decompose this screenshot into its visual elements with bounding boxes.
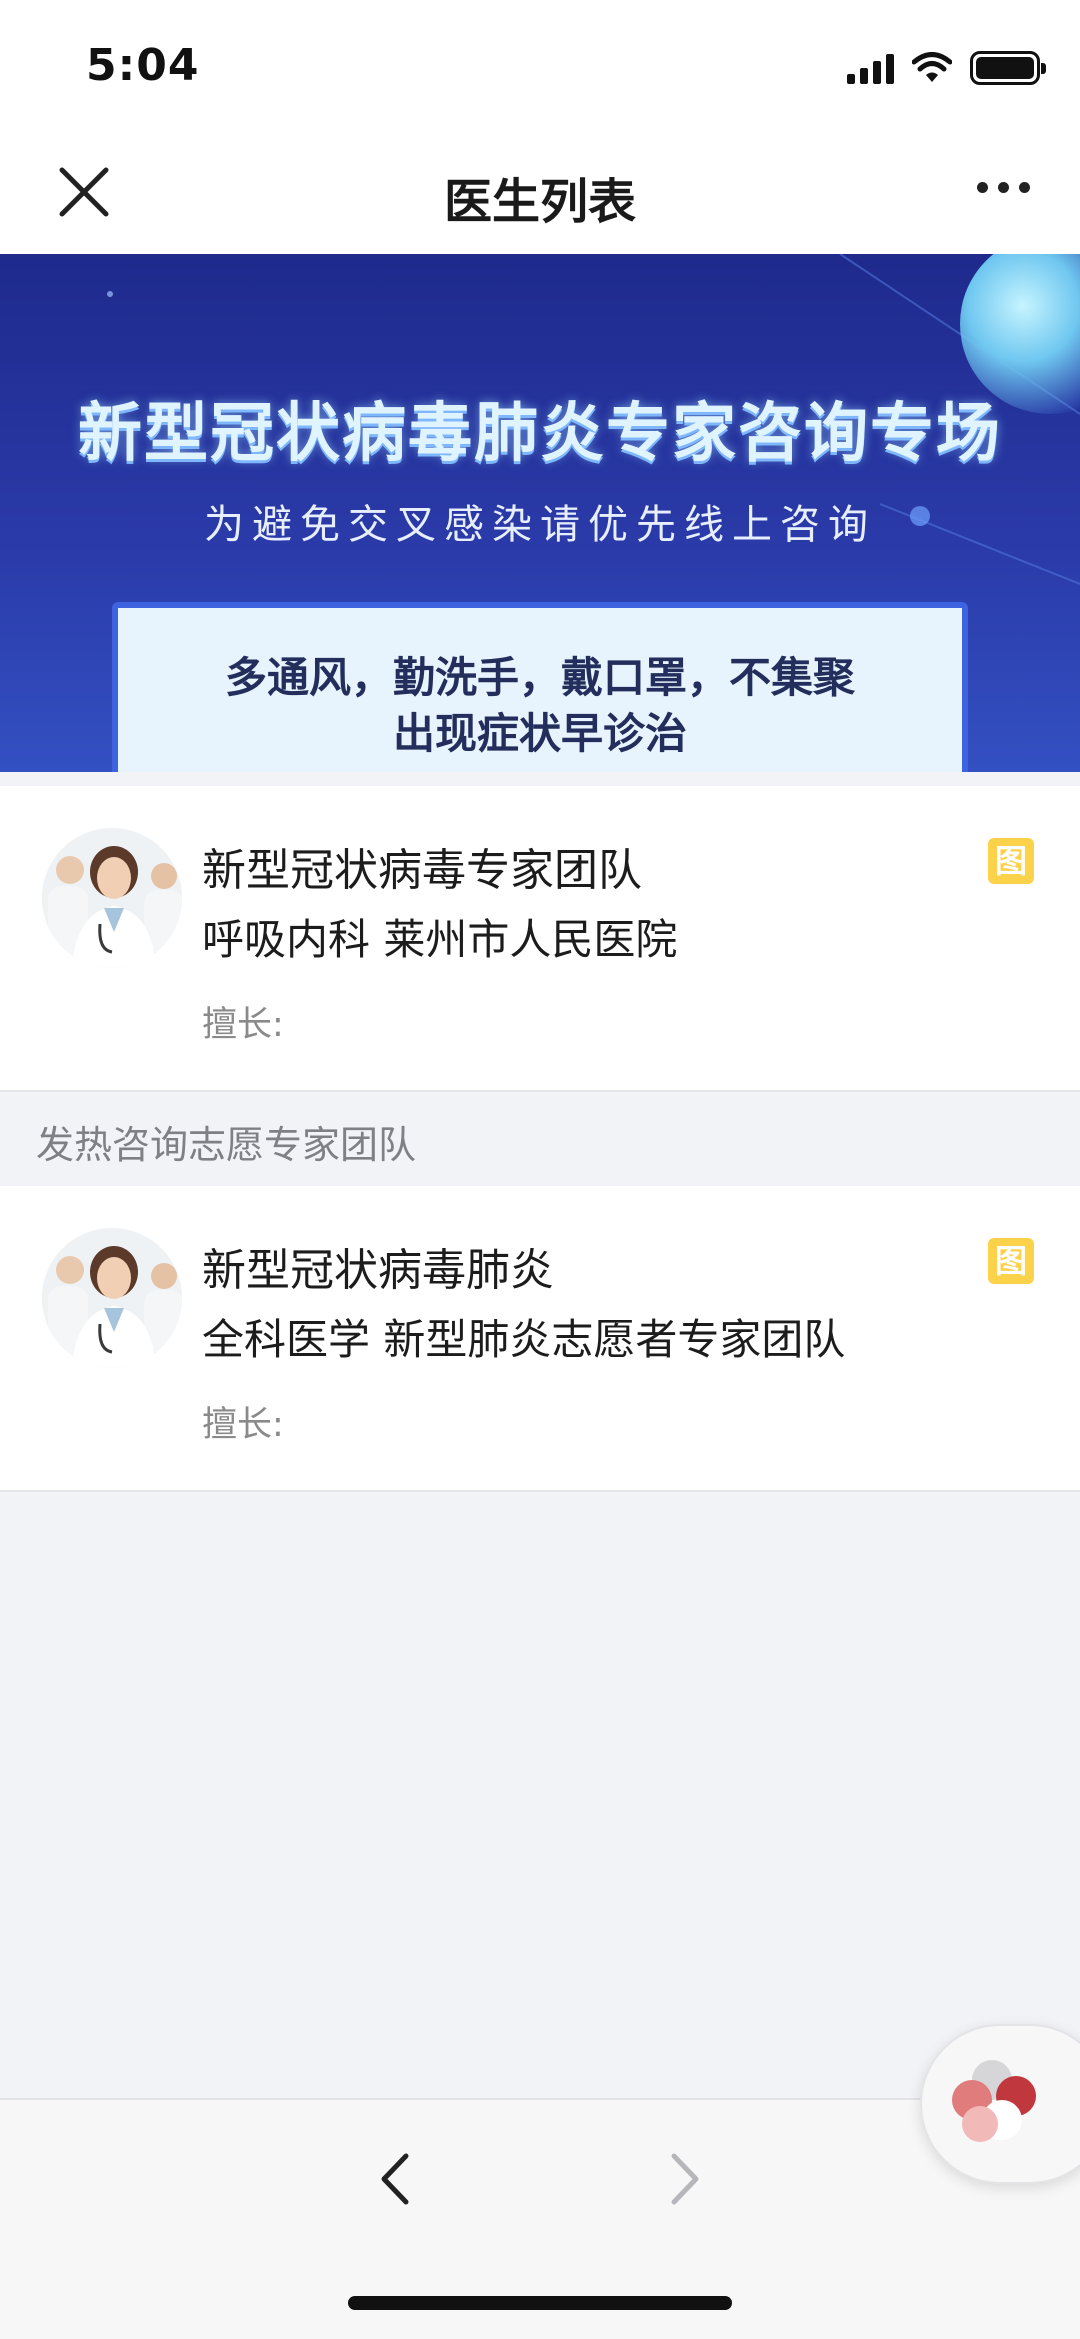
wifi-icon [912, 52, 952, 82]
chevron-left-icon[interactable] [370, 2144, 420, 2214]
promo-banner[interactable]: 新型冠状病毒肺炎专家咨询专场 为避免交叉感染请优先线上咨询 多通风，勤洗手，戴口… [0, 254, 1080, 772]
image-consult-badge: 图 [988, 838, 1034, 884]
more-icon[interactable] [977, 182, 1030, 193]
doctor-department: 呼吸内科 莱州市人民医院 [202, 915, 678, 964]
status-time: 5:04 [86, 40, 200, 91]
status-icons [847, 48, 1046, 88]
divider [0, 1490, 1080, 1492]
doctor-name: 新型冠状病毒专家团队 [202, 845, 642, 896]
home-indicator [348, 2296, 732, 2310]
page-title: 医生列表 [443, 174, 636, 230]
banner-tips-line2: 出现症状早诊治 [392, 709, 687, 758]
doctor-list-item[interactable]: 新型冠状病毒专家团队 呼吸内科 莱州市人民医院 擅长: 图 [0, 786, 1080, 1092]
doctor-skill-label: 擅长: [202, 1005, 284, 1045]
divider [0, 1090, 1080, 1092]
avatar [42, 1228, 182, 1368]
avatar [42, 828, 182, 968]
floating-service-button[interactable] [920, 2024, 1080, 2184]
badge-label: 图 [994, 1242, 1027, 1280]
doctor-department: 全科医学 新型肺炎志愿者专家团队 [202, 1315, 846, 1364]
status-bar: 5:04 [0, 0, 1080, 130]
app-logo-icon [952, 2060, 1036, 2142]
banner-tips-box: 多通风，勤洗手，戴口罩，不集聚 出现症状早诊治 [112, 602, 968, 772]
signal-icon [847, 52, 894, 84]
doctor-skill-label: 擅长: [202, 1405, 284, 1445]
battery-icon [970, 51, 1046, 85]
badge-label: 图 [994, 842, 1027, 880]
banner-subtitle: 为避免交叉感染请优先线上咨询 [204, 502, 876, 548]
section-header: 发热咨询志愿专家团队 [36, 1123, 417, 1167]
chevron-right-icon[interactable] [660, 2144, 710, 2214]
banner-tips-line1: 多通风，勤洗手，戴口罩，不集聚 [224, 653, 855, 702]
doctor-list-item[interactable]: 新型冠状病毒肺炎 全科医学 新型肺炎志愿者专家团队 擅长: 图 [0, 1186, 1080, 1492]
doctor-name: 新型冠状病毒肺炎 [202, 1245, 554, 1296]
nav-bar: 医生列表 [0, 130, 1080, 254]
image-consult-badge: 图 [988, 1238, 1034, 1284]
banner-title: 新型冠状病毒肺炎专家咨询专场 [78, 397, 1002, 471]
